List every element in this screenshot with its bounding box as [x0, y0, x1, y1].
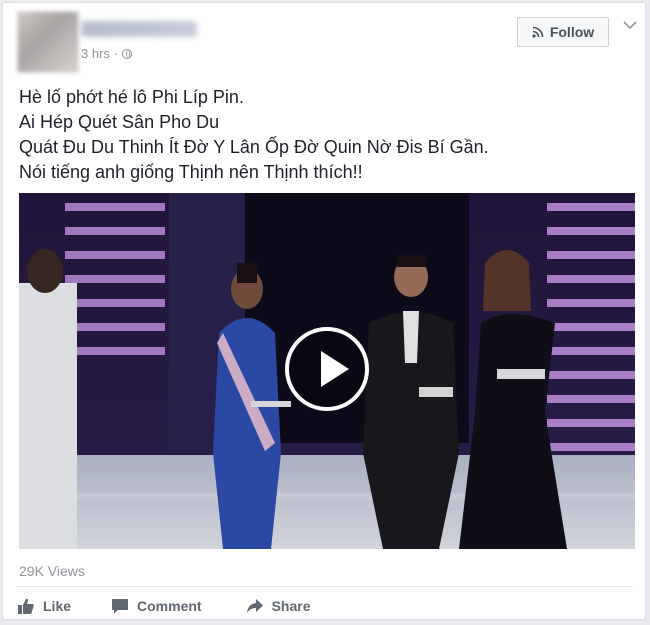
- share-arrow-icon: [246, 599, 263, 613]
- comment-label: Comment: [137, 598, 202, 614]
- globe-icon[interactable]: [122, 48, 133, 59]
- post-time[interactable]: 3 hrs: [81, 46, 110, 61]
- post-text-line: Nói tiếng anh giống Thịnh nên Thịnh thíc…: [19, 162, 363, 182]
- follow-button[interactable]: Follow: [517, 17, 609, 47]
- view-count: 29K Views: [19, 563, 85, 579]
- rss-icon: [532, 26, 544, 38]
- comment-icon: [112, 599, 129, 614]
- meta-separator: ·: [113, 46, 119, 61]
- divider: [17, 586, 633, 587]
- video-player[interactable]: [19, 193, 635, 549]
- comment-button[interactable]: Comment: [111, 595, 202, 617]
- post-text-line: Hè lố phớt hé lô Phi Líp Pin.: [19, 87, 244, 107]
- follow-label: Follow: [549, 24, 595, 40]
- post-card: 3 hrs · Follow Hè lố phớt hé lô Phi Líp …: [2, 2, 646, 620]
- share-label: Share: [271, 598, 311, 614]
- chevron-down-icon[interactable]: [622, 17, 638, 33]
- post-text: Hè lố phớt hé lô Phi Líp Pin. Ai Hép Qué…: [19, 85, 619, 185]
- post-actions: Like Comment Share: [17, 595, 311, 617]
- share-button[interactable]: Share: [246, 595, 311, 617]
- thumbs-up-icon: [18, 598, 34, 614]
- avatar[interactable]: [17, 11, 79, 73]
- play-icon[interactable]: [285, 327, 369, 411]
- author-name-blurred[interactable]: [81, 21, 197, 37]
- post-text-line: Ai Hép Quét Sân Pho Du: [19, 112, 220, 132]
- like-label: Like: [43, 598, 72, 614]
- post-meta: 3 hrs ·: [81, 46, 133, 61]
- post-text-line: Quát Đu Du Thinh Ít Đờ Y Lân Ốp Đờ Quin …: [19, 137, 489, 157]
- like-button[interactable]: Like: [17, 595, 71, 617]
